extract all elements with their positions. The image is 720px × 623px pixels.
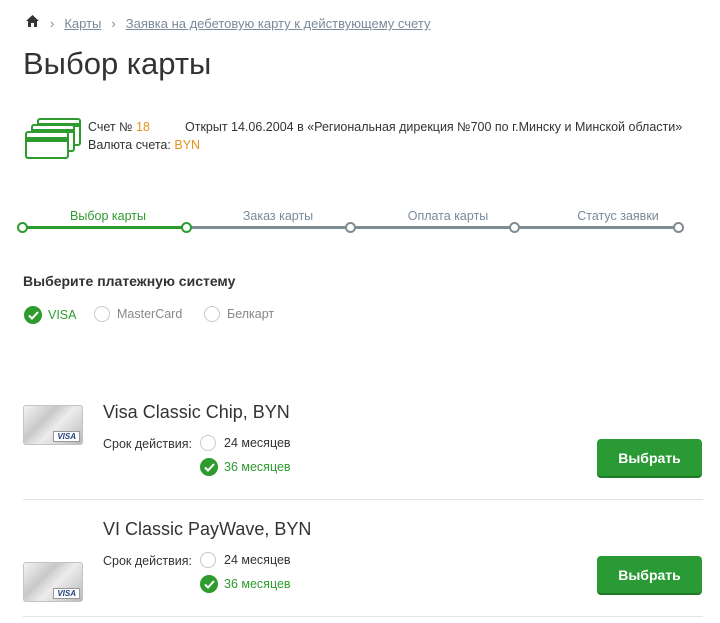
page-title: Выбор карты (23, 46, 212, 81)
radio-icon[interactable] (200, 435, 216, 451)
step-label-3: Оплата карты (407, 209, 489, 223)
term-label: Срок действия: (103, 437, 192, 451)
card-title: VI Classic PayWave, BYN (103, 519, 312, 539)
term-option-36[interactable]: 36 месяцев (200, 458, 291, 476)
divider (23, 616, 703, 617)
term-option-label: 24 месяцев (224, 436, 291, 450)
account-currency-line: Валюта счета: BYN (88, 138, 200, 152)
step-dot-1 (17, 222, 28, 233)
step-line-4 (514, 226, 678, 229)
visa-badge: VISA (53, 431, 80, 442)
step-line-2 (186, 226, 350, 229)
account-currency: BYN (174, 138, 201, 152)
step-dot-4 (509, 222, 520, 233)
payment-option-mastercard[interactable]: MasterCard (94, 306, 182, 322)
step-dot-2 (181, 222, 192, 233)
account-currency-label: Валюта счета: (88, 138, 171, 152)
select-card-button[interactable]: Выбрать (597, 556, 702, 593)
home-icon[interactable] (25, 14, 40, 33)
payment-option-label: Белкарт (227, 307, 275, 321)
account-icon (24, 118, 82, 165)
term-option-24[interactable]: 24 месяцев (200, 552, 291, 568)
select-card-button[interactable]: Выбрать (597, 439, 702, 476)
step-dot-5 (673, 222, 684, 233)
radio-icon[interactable] (204, 306, 220, 322)
account-number: 18 (136, 120, 150, 134)
card-image: VISA (23, 405, 83, 445)
chevron-right-icon: › (111, 16, 116, 31)
payment-option-label: MasterCard (117, 307, 183, 321)
check-icon[interactable] (200, 458, 218, 476)
term-option-label: 24 месяцев (224, 553, 291, 567)
term-option-36[interactable]: 36 месяцев (200, 575, 291, 593)
divider (23, 499, 703, 500)
step-label-4: Статус заявки (577, 209, 659, 223)
payment-option-visa[interactable]: VISA (24, 306, 77, 324)
term-option-label: 36 месяцев (224, 460, 291, 474)
breadcrumb: › Карты › Заявка на дебетовую карту к де… (25, 14, 430, 33)
account-number-label: Счет № (88, 120, 133, 134)
check-icon[interactable] (24, 306, 42, 324)
check-icon[interactable] (200, 575, 218, 593)
account-opened: Открыт 14.06.2004 в «Региональная дирекц… (185, 120, 683, 134)
step-dot-3 (345, 222, 356, 233)
term-option-label: 36 месяцев (224, 577, 291, 591)
radio-icon[interactable] (94, 306, 110, 322)
card-title: Visa Classic Chip, BYN (103, 402, 290, 422)
step-label-2: Заказ карты (242, 209, 314, 223)
payment-option-belkart[interactable]: Белкарт (204, 306, 274, 322)
payment-option-label: VISA (48, 308, 77, 322)
term-option-24[interactable]: 24 месяцев (200, 435, 291, 451)
term-label: Срок действия: (103, 554, 192, 568)
radio-icon[interactable] (200, 552, 216, 568)
step-line-3 (350, 226, 514, 229)
card-image: VISA (23, 562, 83, 602)
step-line-1 (22, 226, 186, 229)
visa-badge: VISA (53, 588, 80, 599)
account-number-line: Счет № 18 (88, 120, 150, 134)
chevron-right-icon: › (50, 16, 55, 31)
breadcrumb-link-cards[interactable]: Карты (64, 16, 101, 31)
breadcrumb-link-application[interactable]: Заявка на дебетовую карту к действующему… (126, 16, 431, 31)
step-label-1: Выбор карты (70, 209, 146, 223)
payment-heading: Выберите платежную систему (23, 273, 236, 289)
